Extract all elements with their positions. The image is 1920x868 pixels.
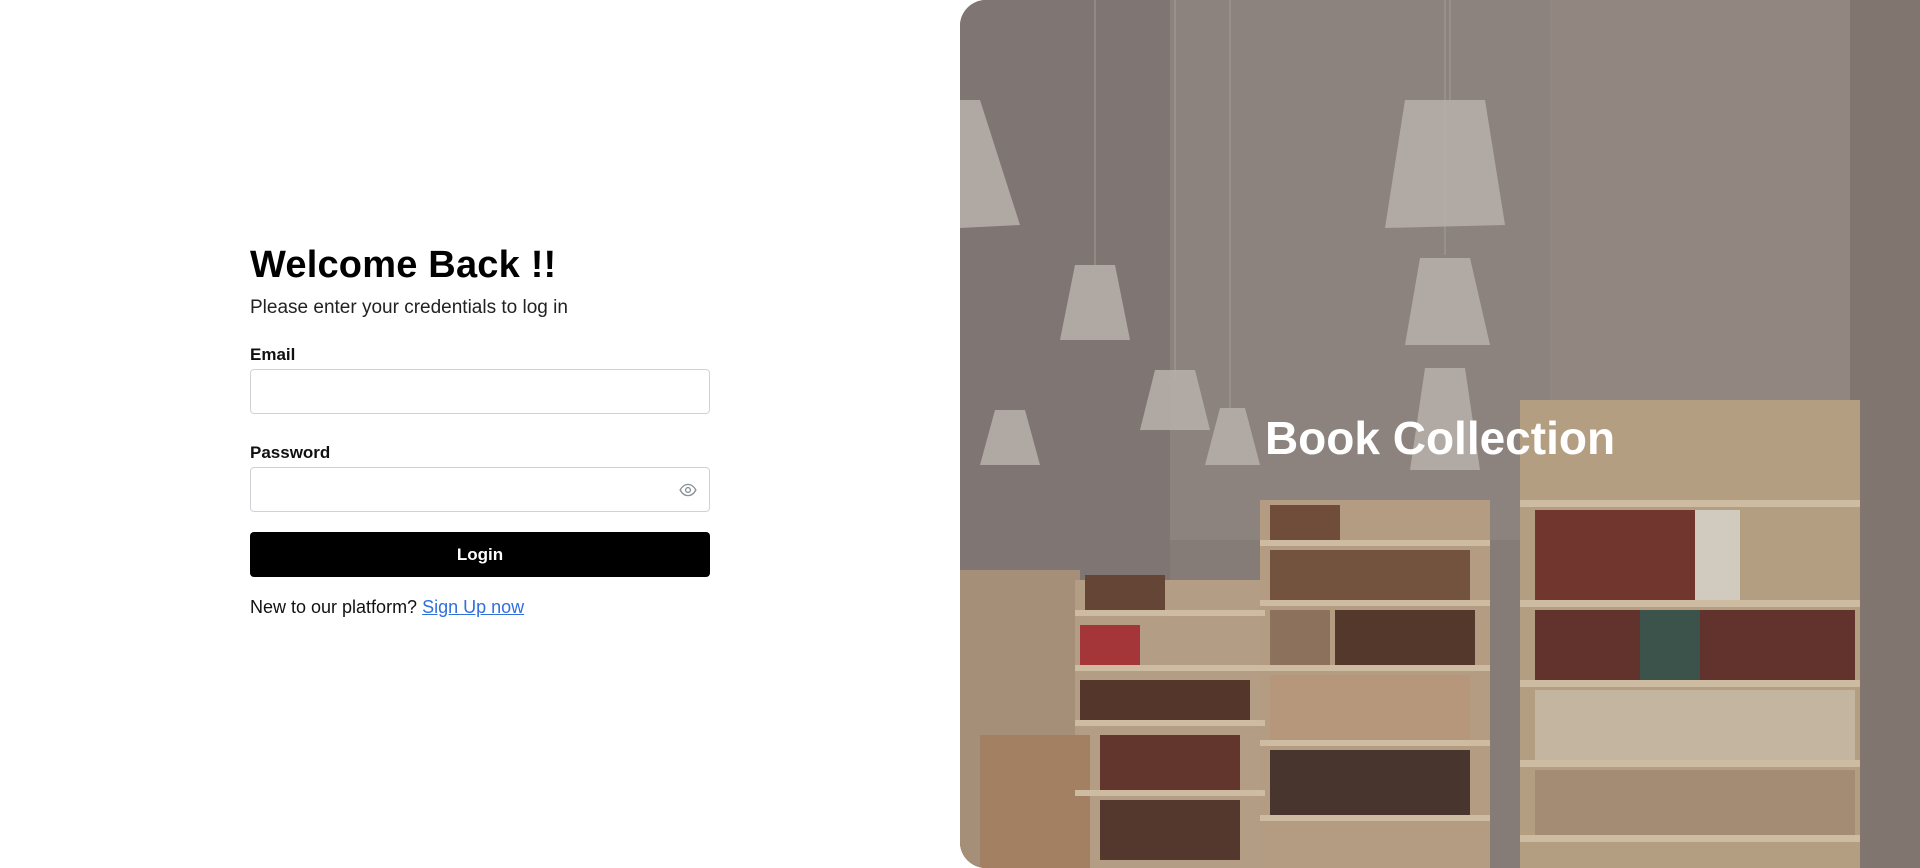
signup-link[interactable]: Sign Up now xyxy=(422,597,524,617)
signup-row: New to our platform? Sign Up now xyxy=(250,595,710,619)
password-field-box xyxy=(250,467,710,512)
email-field[interactable] xyxy=(251,370,709,413)
hero-panel: Book Collection xyxy=(960,0,1920,868)
hero-title: Book Collection xyxy=(1264,412,1616,464)
eye-icon[interactable] xyxy=(679,481,697,499)
login-button[interactable]: Login xyxy=(250,532,710,577)
page-title: Welcome Back !! xyxy=(250,244,557,286)
email-label: Email xyxy=(250,345,296,364)
login-panel: Welcome Back !! Please enter your creden… xyxy=(0,0,960,868)
login-form: Welcome Back !! Please enter your creden… xyxy=(250,240,710,619)
email-field-box xyxy=(250,369,710,414)
login-page: Welcome Back !! Please enter your creden… xyxy=(0,0,1920,868)
signup-prompt: New to our platform? xyxy=(250,597,418,617)
password-field[interactable] xyxy=(251,468,709,511)
password-label: Password xyxy=(250,443,331,462)
page-subtitle: Please enter your credentials to log in xyxy=(250,297,568,318)
